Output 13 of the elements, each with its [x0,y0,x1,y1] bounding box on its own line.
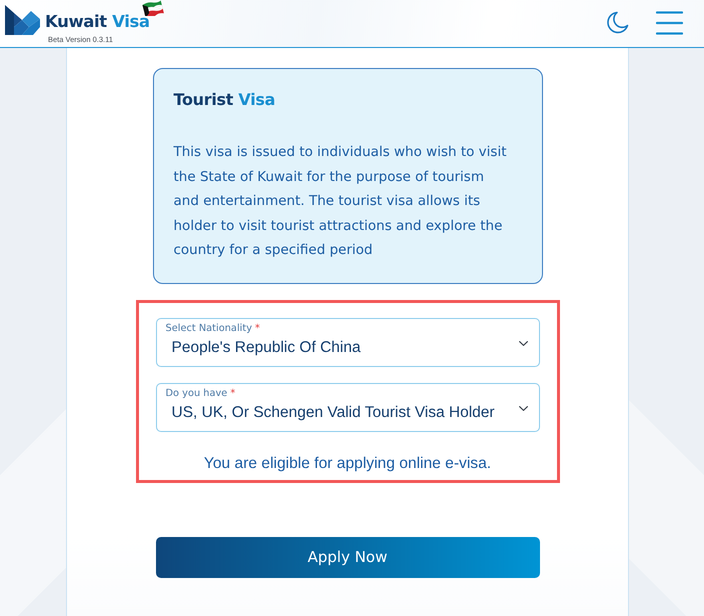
eligibility-message: You are eligible for applying online e-visa. [204,454,492,474]
logo-icon[interactable] [5,5,40,35]
card-title: Tourist Visa [174,89,276,111]
chevron-down-icon [518,406,528,410]
dropdown-field[interactable]: Do you have * US, UK, Or Schengen Valid Tourist Visa Holder [156,382,540,432]
flag-icon [142,0,164,16]
app-title[interactable]: Kuwait Visa [45,11,150,33]
moon-icon[interactable] [607,11,629,34]
dropdown-field[interactable]: Select Nationality * People's Republic Of China [156,318,540,366]
card-description: This visa is issued to individuals who wish to visit the State of Kuwait for the purpose of tourism and entertainment. The tourist visa allows its holder to visit tourist attractions and explore the country for a specified period [174,143,508,260]
apply-now-button[interactable]: Apply Now [156,536,540,578]
menu-icon[interactable] [656,11,683,35]
chevron-down-icon [518,340,528,346]
